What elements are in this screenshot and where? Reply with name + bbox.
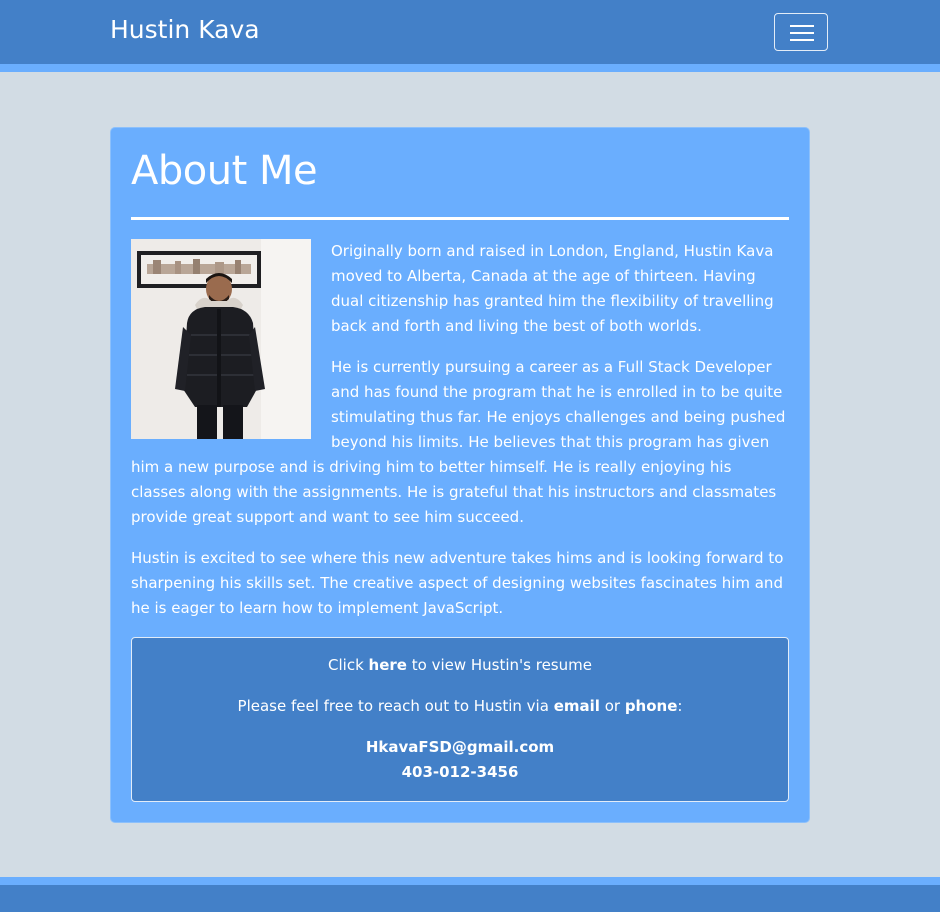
title-divider	[131, 217, 789, 220]
phone-number[interactable]: 403-012-3456	[132, 760, 788, 785]
phone-number-text: 403-012-3456	[401, 763, 519, 781]
reach-suffix-text: :	[677, 697, 683, 715]
email-link[interactable]: email	[554, 697, 600, 715]
about-paragraph-3: Hustin is excited to see where this new …	[131, 549, 784, 617]
brand-name[interactable]: Hustin Kava	[110, 15, 260, 44]
resume-link[interactable]: here	[369, 656, 407, 674]
profile-photo	[131, 239, 311, 439]
about-card: About Me Originally born and raised in L…	[110, 127, 810, 823]
email-address-text: HkavaFSD@gmail.com	[365, 738, 555, 756]
resume-prefix-text: Click	[328, 656, 369, 674]
menu-toggle-button[interactable]	[774, 13, 828, 51]
about-content: Originally born and raised in London, En…	[131, 239, 789, 637]
page-title: About Me	[131, 148, 318, 194]
reach-prefix-text: Please feel free to reach out to Hustin …	[237, 697, 554, 715]
reach-mid-text: or	[599, 697, 625, 715]
phone-link[interactable]: phone	[625, 697, 678, 715]
footer	[0, 877, 940, 912]
email-address[interactable]: HkavaFSD@gmail.com	[132, 735, 788, 760]
contact-box: Click here to view Hustin's resume Pleas…	[131, 637, 789, 802]
reach-out-line: Please feel free to reach out to Hustin …	[132, 694, 788, 719]
resume-suffix-text: to view Hustin's resume	[406, 656, 592, 674]
navbar: Hustin Kava	[0, 0, 940, 72]
resume-line: Click here to view Hustin's resume	[132, 653, 788, 678]
